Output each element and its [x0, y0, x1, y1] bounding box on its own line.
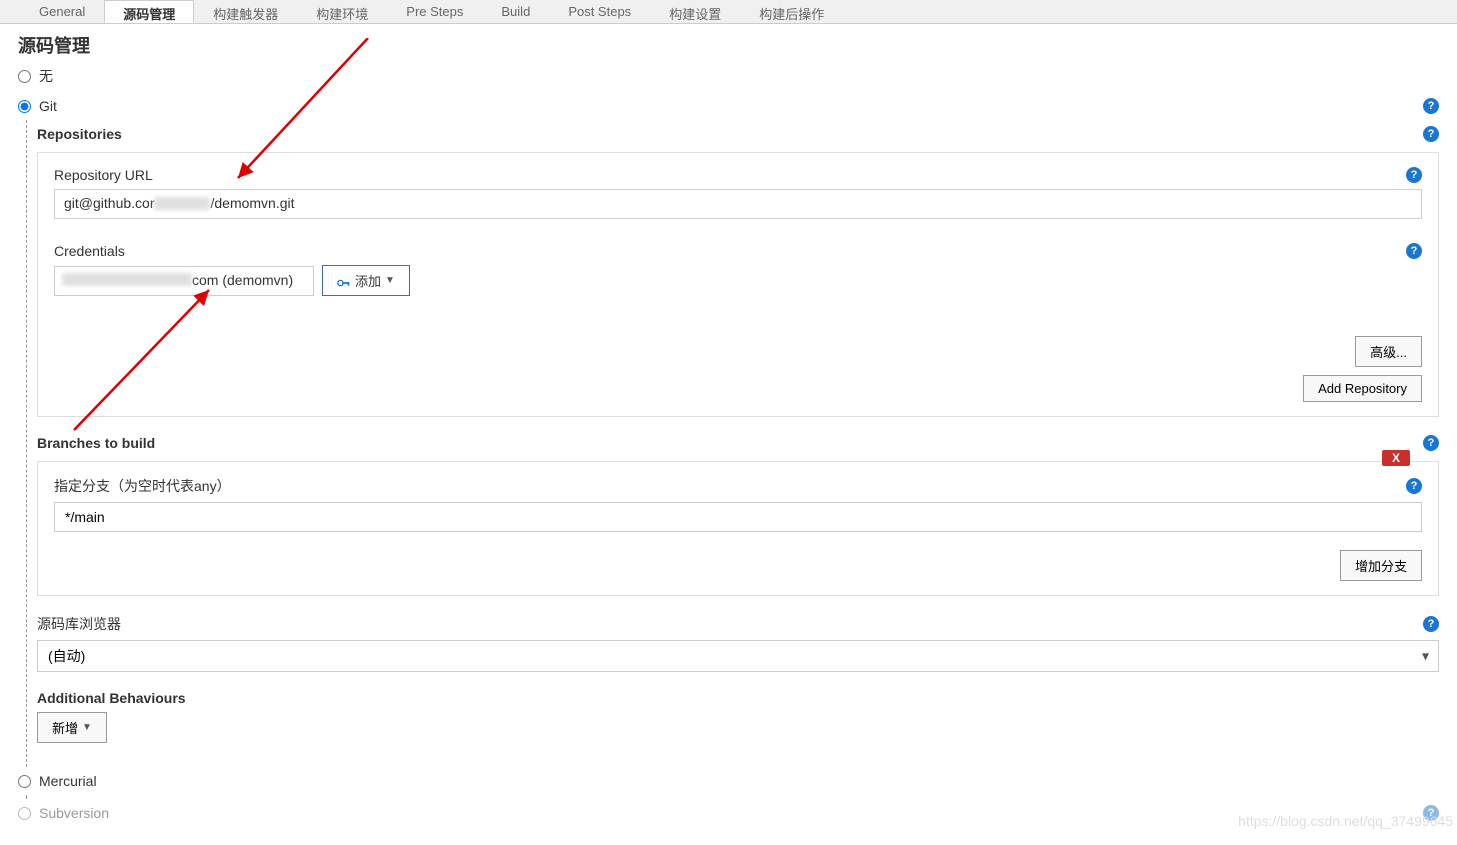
repository-panel: Repository URL ? git@github.cor/demomvn.… — [37, 152, 1439, 417]
tab-triggers[interactable]: 构建触发器 — [194, 0, 297, 23]
add-credentials-label: 添加 — [355, 271, 381, 290]
branch-spec-label: 指定分支（为空时代表any） — [54, 476, 231, 496]
add-behaviour-button[interactable]: 新增 ▼ — [37, 712, 107, 743]
scm-label-mercurial: Mercurial — [39, 773, 97, 789]
tab-env[interactable]: 构建环境 — [297, 0, 387, 23]
help-icon-repo-browser[interactable]: ? — [1423, 616, 1439, 632]
help-icon-branches[interactable]: ? — [1423, 435, 1439, 451]
add-branch-button[interactable]: 增加分支 — [1340, 550, 1422, 581]
section-title: 源码管理 — [0, 24, 1457, 60]
tab-scm[interactable]: 源码管理 — [104, 0, 194, 23]
help-icon-repositories[interactable]: ? — [1423, 126, 1439, 142]
add-repository-button[interactable]: Add Repository — [1303, 375, 1422, 402]
chevron-down-icon: ▼ — [82, 722, 92, 733]
credentials-label: Credentials — [54, 243, 125, 259]
key-icon — [337, 276, 351, 286]
tab-build[interactable]: Build — [482, 0, 549, 23]
help-icon-repo-url[interactable]: ? — [1406, 167, 1422, 183]
help-icon-branch-spec[interactable]: ? — [1406, 478, 1422, 494]
scm-radio-subversion[interactable] — [18, 807, 31, 820]
tab-presteps[interactable]: Pre Steps — [387, 0, 482, 23]
scm-label-none: 无 — [39, 66, 53, 86]
scm-label-subversion: Subversion — [39, 805, 109, 821]
branch-panel: X 指定分支（为空时代表any） ? 增加分支 — [37, 461, 1439, 596]
credentials-select[interactable] — [54, 266, 314, 296]
add-credentials-button[interactable]: 添加 ▼ — [322, 265, 410, 296]
tab-general[interactable]: General — [20, 0, 104, 23]
branch-spec-input[interactable] — [54, 502, 1422, 532]
branches-header: Branches to build — [37, 435, 155, 451]
chevron-down-icon: ▼ — [385, 275, 395, 286]
repo-browser-label: 源码库浏览器 — [37, 614, 121, 634]
repositories-header: Repositories — [37, 126, 122, 142]
repo-browser-select[interactable]: (自动) — [37, 640, 1439, 672]
advanced-button[interactable]: 高级... — [1355, 336, 1422, 367]
delete-branch-button[interactable]: X — [1382, 450, 1410, 466]
help-icon-git[interactable]: ? — [1423, 98, 1439, 114]
scm-radio-mercurial[interactable] — [18, 775, 31, 788]
scm-radio-git[interactable] — [18, 100, 31, 113]
tab-poststeps[interactable]: Post Steps — [549, 0, 650, 23]
scm-radio-none[interactable] — [18, 70, 31, 83]
tab-settings[interactable]: 构建设置 — [650, 0, 740, 23]
tab-postbuild[interactable]: 构建后操作 — [740, 0, 843, 23]
scm-label-git: Git — [39, 98, 57, 114]
behaviours-header: Additional Behaviours — [37, 690, 186, 706]
repo-url-label: Repository URL — [54, 167, 153, 183]
help-icon-credentials[interactable]: ? — [1406, 243, 1422, 259]
repo-url-input[interactable] — [54, 189, 1422, 219]
help-icon-subversion[interactable]: ? — [1423, 805, 1439, 821]
add-behaviour-label: 新增 — [52, 718, 78, 737]
config-tabs: General 源码管理 构建触发器 构建环境 Pre Steps Build … — [0, 0, 1457, 24]
